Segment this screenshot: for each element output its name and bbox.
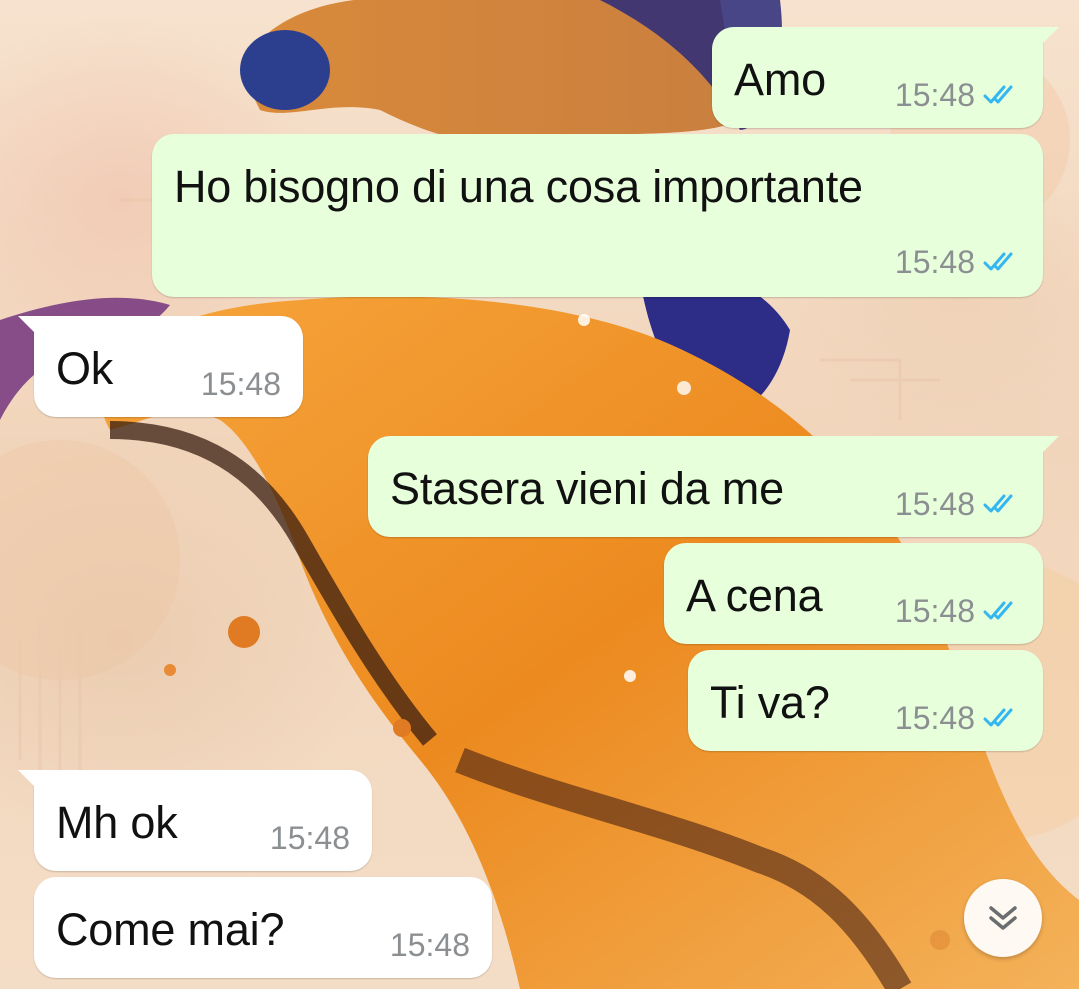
- message-meta: 15:48: [895, 595, 1021, 627]
- outgoing-message[interactable]: Amo 15:48: [712, 27, 1059, 128]
- double-check-icon: [983, 252, 1013, 271]
- message-text: Ti va?: [710, 677, 830, 728]
- message-timestamp: 15:48: [894, 77, 975, 113]
- message-meta: 15:48: [201, 368, 281, 400]
- message-meta: 15:48: [390, 929, 470, 961]
- message-meta: 15:48: [895, 488, 1021, 520]
- incoming-message[interactable]: Come mai? 15:48: [34, 877, 492, 978]
- message-timestamp: 15:48: [269, 820, 350, 856]
- message-meta: 15:48: [895, 79, 1021, 111]
- outgoing-message[interactable]: Ho bisogno di una cosa importante 15:48: [152, 134, 1043, 297]
- incoming-message[interactable]: Mh ok 15:48: [18, 770, 372, 871]
- message-text: Stasera vieni da me: [390, 463, 784, 514]
- message-timestamp: 15:48: [389, 927, 470, 963]
- double-check-icon: [983, 601, 1013, 620]
- message-text: A cena: [686, 570, 823, 621]
- double-check-icon: [983, 494, 1013, 513]
- message-text: Come mai?: [56, 904, 285, 955]
- double-check-icon: [983, 708, 1013, 727]
- message-text: Mh ok: [56, 797, 178, 848]
- message-meta: 15:48: [895, 246, 1021, 278]
- double-check-icon: [983, 85, 1013, 104]
- outgoing-message[interactable]: A cena 15:48: [664, 543, 1043, 644]
- message-timestamp: 15:48: [200, 366, 281, 402]
- message-text: Ok: [56, 343, 114, 394]
- scroll-to-bottom-button[interactable]: [964, 879, 1042, 957]
- message-meta: 15:48: [895, 702, 1021, 734]
- incoming-message[interactable]: Ok 15:48: [18, 316, 303, 417]
- message-text: Amo: [734, 54, 826, 105]
- outgoing-message[interactable]: Stasera vieni da me 15:48: [368, 436, 1059, 537]
- message-timestamp: 15:48: [894, 700, 975, 736]
- chevron-double-down-icon: [989, 906, 1017, 930]
- message-timestamp: 15:48: [894, 486, 975, 522]
- message-timestamp: 15:48: [894, 244, 975, 280]
- message-timestamp: 15:48: [894, 593, 975, 629]
- message-meta: 15:48: [270, 822, 350, 854]
- outgoing-message[interactable]: Ti va? 15:48: [688, 650, 1043, 751]
- message-text: Ho bisogno di una cosa importante: [174, 161, 863, 212]
